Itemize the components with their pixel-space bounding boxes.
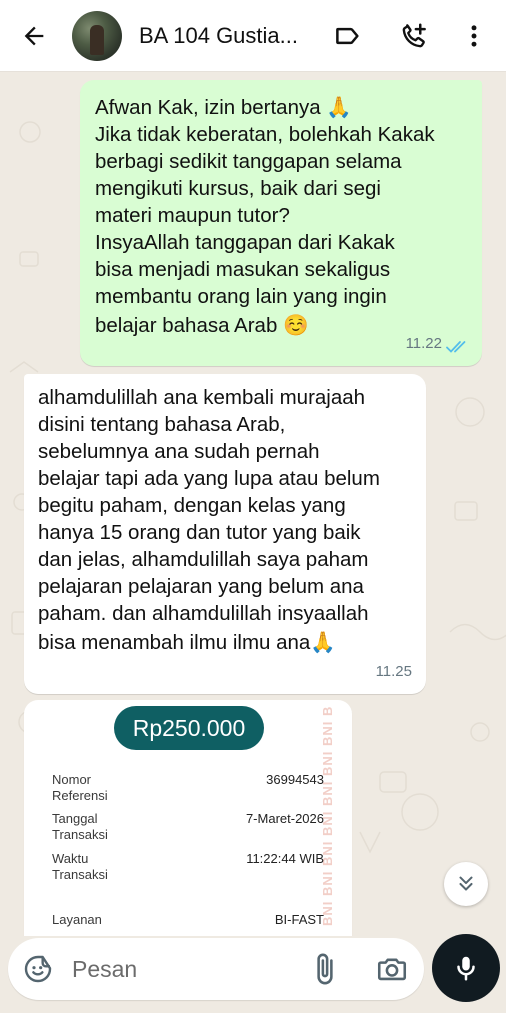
message-input[interactable]: [72, 950, 292, 988]
incoming-message[interactable]: alhamdulillah ana kembali murajaah disin…: [24, 374, 426, 694]
scroll-to-bottom-button[interactable]: [444, 862, 488, 906]
more-vert-icon: [471, 25, 477, 47]
sticker-emoji-icon[interactable]: [22, 953, 54, 985]
back-button[interactable]: [10, 12, 58, 60]
receipt-label: Tanggal Transaksi: [52, 811, 108, 843]
camera-icon[interactable]: [374, 952, 410, 986]
message-line: paham. dan alhamdulillah insyaallah: [38, 602, 369, 625]
chat-header: BA 104 Gustia...: [0, 0, 506, 72]
read-ticks-icon: [446, 341, 466, 353]
receipt-amount: Rp250.000: [114, 706, 264, 750]
receipt-label: Waktu Transaksi: [52, 851, 108, 883]
contact-name[interactable]: BA 104 Gustia...: [139, 23, 309, 49]
receipt-value: BI-FAST: [274, 912, 324, 927]
label-icon: [336, 27, 359, 45]
double-chevron-down-icon: [459, 876, 473, 891]
message-line: materi maupun tutor?: [95, 204, 290, 227]
receipt-label-line: Transaksi: [52, 827, 108, 842]
message-line: bisa menjadi masukan sekaligus: [95, 258, 391, 281]
receipt-label: Nomor Referensi: [52, 772, 108, 804]
chat-area[interactable]: Afwan Kak, izin bertanya 🙏 Jika tidak ke…: [0, 72, 506, 936]
message-line: hanya 15 orang dan tutor yang baik: [38, 521, 361, 544]
message-line: mengikuti kursus, baik dari segi: [95, 177, 381, 200]
message-line: alhamdulillah ana kembali murajaah: [38, 386, 366, 409]
message-line: Afwan Kak, izin bertanya 🙏: [95, 96, 352, 119]
contact-avatar[interactable]: [72, 10, 122, 61]
receipt-value: 7-Maret-2026: [245, 811, 324, 826]
add-call-icon: [402, 23, 426, 48]
message-time: 11.22: [405, 335, 442, 352]
receipt-value: 36994543: [266, 772, 324, 787]
attach-paperclip-icon[interactable]: [308, 952, 342, 986]
message-composer: [8, 938, 424, 1000]
microphone-icon: [457, 956, 475, 981]
message-line: berbagi sedikit tanggapan selama: [95, 150, 402, 173]
receipt-label-line: Waktu: [52, 851, 89, 866]
add-call-button[interactable]: [392, 14, 436, 58]
message-line: begitu paham, dengan kelas yang: [38, 494, 346, 517]
message-line: belajar tapi ada yang lupa atau belum: [38, 467, 380, 490]
message-line: InsyaAllah tanggapan dari Kakak: [95, 231, 395, 254]
label-button[interactable]: [326, 14, 370, 58]
receipt-label-line: Transaksi: [52, 867, 108, 882]
receipt-label-line: Layanan: [52, 912, 102, 927]
receipt-label-line: Tanggal: [52, 811, 98, 826]
message-line: bisa menambah ilmu ilmu ana🙏: [38, 631, 336, 654]
receipt-label-line: Nomor: [52, 772, 92, 787]
message-line: membantu orang lain yang ingin: [95, 285, 387, 308]
receipt-image-message[interactable]: BNI BNI BNI BNI BNI BNI BNI BNI Rp250.00…: [24, 700, 352, 936]
message-line: dan jelas, alhamdulillah saya paham: [38, 548, 369, 571]
message-line: pelajaran pelajaran yang belum ana: [38, 575, 364, 598]
message-line: sebelumnya ana sudah pernah: [38, 440, 320, 463]
receipt-label: Layanan: [52, 912, 102, 928]
outgoing-message[interactable]: Afwan Kak, izin bertanya 🙏 Jika tidak ke…: [80, 80, 482, 366]
message-line: disini tentang bahasa Arab,: [38, 413, 286, 436]
more-options-button[interactable]: [452, 14, 496, 58]
voice-message-button[interactable]: [432, 934, 500, 1002]
receipt-label-line: Referensi: [52, 788, 108, 803]
back-arrow-icon: [24, 26, 44, 45]
message-line: Jika tidak keberatan, bolehkah Kakak: [95, 123, 435, 146]
message-time: 11.25: [375, 663, 412, 680]
receipt-value: 11:22:44 WIB: [246, 851, 324, 866]
